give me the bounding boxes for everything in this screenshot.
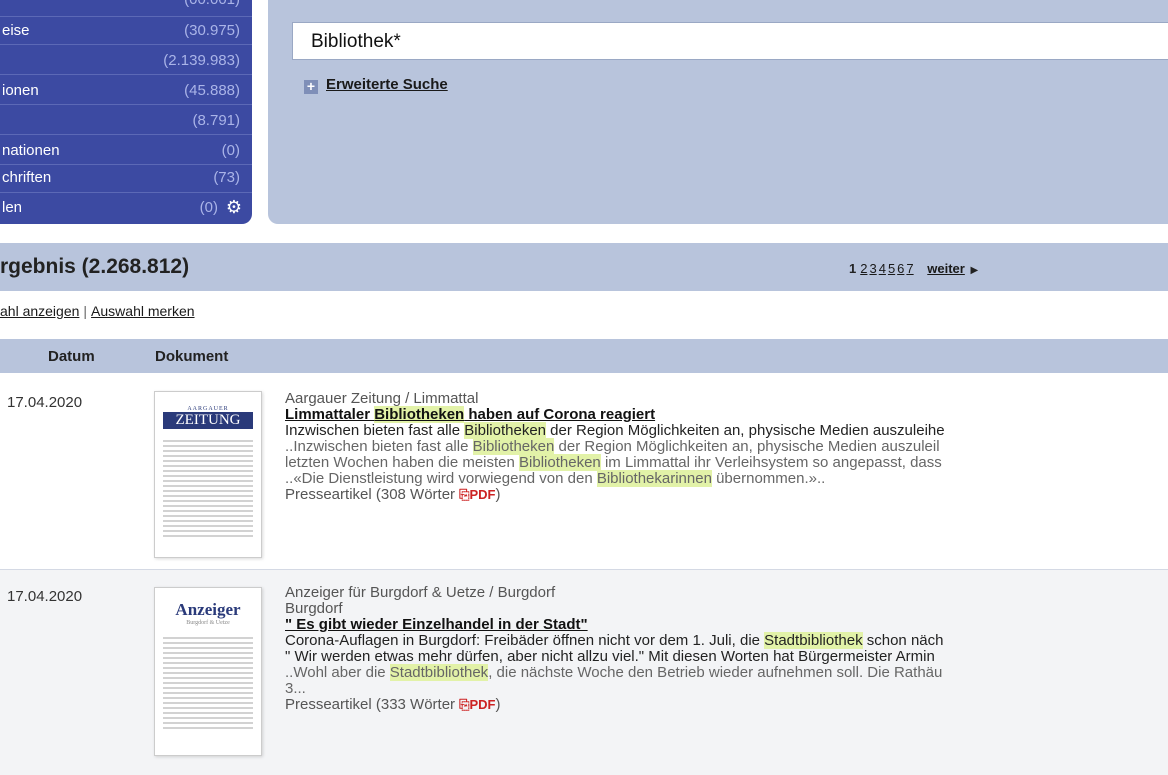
thumbnail-logo: Anzeiger <box>175 600 241 619</box>
page-link-6[interactable]: 6 <box>897 261 904 276</box>
remember-selection-link[interactable]: Auswahl merken <box>91 303 195 319</box>
page-current: 1 <box>849 261 857 276</box>
document-source: Anzeiger für Burgdorf & Uetze / Burgdorf <box>285 585 556 601</box>
document-lead: Inzwischen bieten fast alle Bibliotheken… <box>285 422 945 439</box>
table-header: Datum Dokument <box>0 339 1168 373</box>
document-content: Aargauer Zeitung / Limmattal Limmattaler… <box>285 391 1165 503</box>
sidebar-item-label: nationen <box>2 142 60 159</box>
gear-icon[interactable]: ⚙ <box>226 197 242 218</box>
document-snippet: ..«Die Dienstleistung wird vorwiegend vo… <box>285 470 826 487</box>
sidebar-item-5[interactable]: nationen (0) <box>0 139 252 163</box>
sidebar-item-count: (73) <box>213 169 240 186</box>
advanced-search-link[interactable]: Erweiterte Suche <box>326 76 448 93</box>
divider <box>0 44 252 45</box>
divider <box>0 192 252 193</box>
category-sidebar: (00.001) eise (30.975) (2.139.983) ionen… <box>0 0 252 224</box>
page-link-5[interactable]: 5 <box>888 261 895 276</box>
divider <box>0 134 252 135</box>
document-lead: Corona-Auflagen in Burgdorf: Freibäder ö… <box>285 632 944 649</box>
sidebar-item-count: (0) <box>221 142 240 159</box>
show-selection-link[interactable]: ahl anzeigen <box>0 303 79 319</box>
search-input[interactable]: Bibliothek* <box>292 22 1168 60</box>
document-lead-2: " Wir werden etwas mehr dürfen, aber nic… <box>285 648 935 665</box>
thumbnail-logo: ZEITUNG <box>163 412 253 429</box>
search-panel: Bibliothek* + Erweiterte Suche <box>268 0 1168 224</box>
column-header-date[interactable]: Datum <box>48 348 95 365</box>
pdf-icon[interactable]: ⎘PDF <box>459 697 495 712</box>
next-page-link[interactable]: weiter <box>927 261 965 276</box>
divider <box>0 104 252 105</box>
page-link-4[interactable]: 4 <box>879 261 886 276</box>
sidebar-item-7[interactable]: len (0) ⚙ <box>0 196 252 220</box>
sidebar-item-label: eise <box>2 22 30 39</box>
sidebar-item-count: (8.791) <box>192 112 240 129</box>
divider <box>0 74 252 75</box>
document-subsource: Burgdorf <box>285 600 343 617</box>
sidebar-item-count: (00.001) <box>184 0 240 8</box>
sidebar-item-1[interactable]: eise (30.975) <box>0 19 252 43</box>
document-meta: Presseartikel (333 Wörter ⎘PDF) <box>285 696 501 713</box>
advanced-search[interactable]: + Erweiterte Suche <box>304 76 448 94</box>
document-thumbnail[interactable]: Anzeiger Burgdorf & Uetze <box>154 587 262 756</box>
sidebar-item-count: (45.888) <box>184 82 240 99</box>
document-meta: Presseartikel (308 Wörter ⎘PDF) <box>285 486 501 503</box>
sidebar-item-label: len <box>2 199 23 216</box>
document-source: Aargauer Zeitung / Limmattal <box>285 391 479 407</box>
result-header: rgebnis (2.268.812) 1234567 weiter ▶ <box>0 243 1168 291</box>
document-snippet: ..Wohl aber die Stadtbibliothek, die näc… <box>285 664 943 681</box>
table-row: 17.04.2020 Anzeiger Burgdorf & Uetze Anz… <box>0 570 1168 775</box>
column-header-document: Dokument <box>155 348 229 365</box>
document-title-link[interactable]: Limmattaler Bibliotheken haben auf Coron… <box>285 406 655 423</box>
page-link-7[interactable]: 7 <box>906 261 913 276</box>
sidebar-item-2[interactable]: (2.139.983) <box>0 49 252 73</box>
page-link-2[interactable]: 2 <box>860 261 867 276</box>
action-separator: | <box>83 303 88 319</box>
divider <box>0 16 252 17</box>
document-title-link[interactable]: " Es gibt wieder Einzelhandel in der Sta… <box>285 616 588 633</box>
result-count-title: rgebnis (2.268.812) <box>0 255 190 278</box>
sidebar-item-count: (2.139.983) <box>163 52 240 69</box>
page-link-3[interactable]: 3 <box>869 261 876 276</box>
divider <box>0 164 252 165</box>
sidebar-item-label: chriften <box>2 169 52 186</box>
triangle-right-icon[interactable]: ▶ <box>970 265 978 276</box>
document-snippet: ..Inzwischen bieten fast alle Bibliothek… <box>285 438 940 455</box>
row-date: 17.04.2020 <box>7 394 83 411</box>
document-content: Anzeiger für Burgdorf & Uetze / Burgdorf… <box>285 585 1165 713</box>
pdf-icon[interactable]: ⎘PDF <box>459 487 495 502</box>
document-snippet-tail: 3... <box>285 680 306 697</box>
document-snippet: letzten Wochen haben die meisten Bibliot… <box>285 454 942 471</box>
sidebar-item-0[interactable]: (00.001) <box>0 0 252 12</box>
search-input-value: Bibliothek* <box>311 31 401 52</box>
sidebar-item-4[interactable]: (8.791) <box>0 109 252 133</box>
sidebar-item-6[interactable]: chriften (73) <box>0 166 252 190</box>
sidebar-item-count: (0) <box>199 199 218 216</box>
pagination: 1234567 weiter ▶ <box>849 261 978 276</box>
plus-icon[interactable]: + <box>304 79 318 94</box>
sidebar-item-3[interactable]: ionen (45.888) <box>0 79 252 103</box>
sidebar-item-label: ionen <box>2 82 39 99</box>
selection-actions: ahl anzeigen | Auswahl merken <box>0 303 195 319</box>
row-date: 17.04.2020 <box>7 588 83 605</box>
document-thumbnail[interactable]: AARGAUER ZEITUNG <box>154 391 262 558</box>
sidebar-item-count: (30.975) <box>184 22 240 39</box>
table-row: 17.04.2020 AARGAUER ZEITUNG Aargauer Zei… <box>0 376 1168 570</box>
